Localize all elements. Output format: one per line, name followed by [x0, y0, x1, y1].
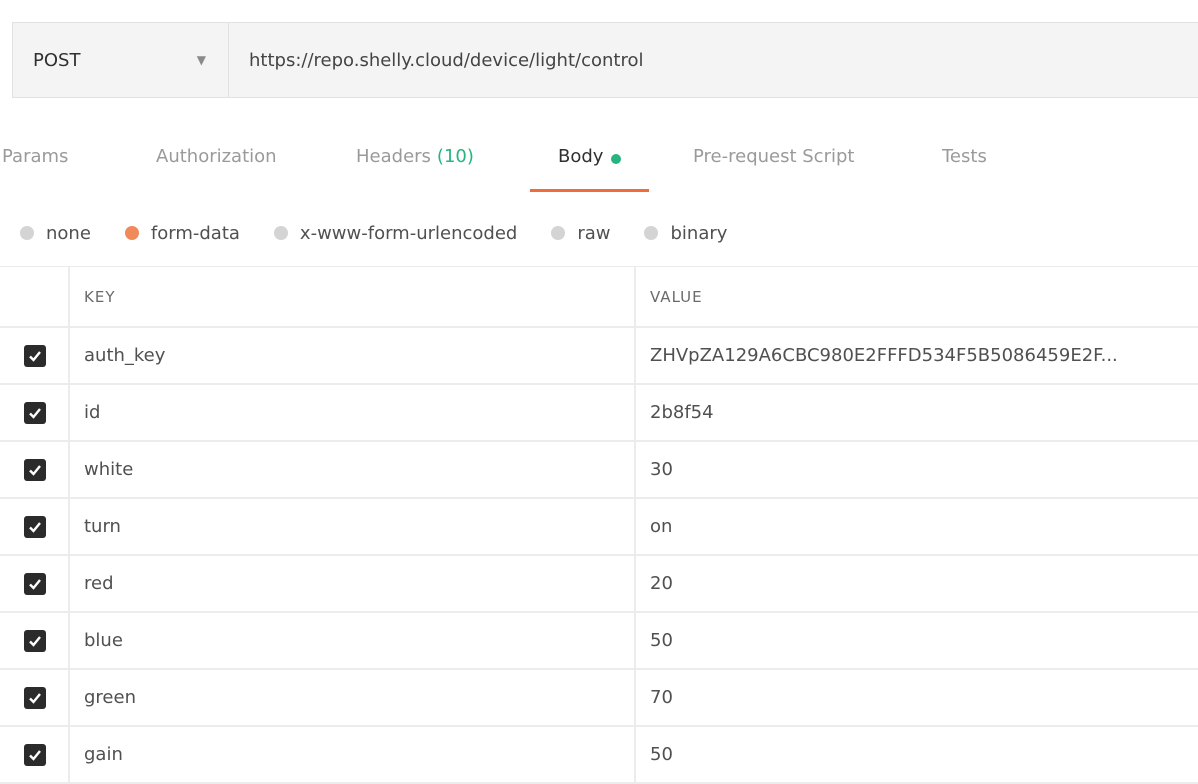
chevron-down-icon: ▼ [196, 53, 206, 67]
status-dot-icon [611, 154, 622, 164]
radio-form-data[interactable]: form-data [124, 222, 240, 244]
value-input[interactable]: on [636, 499, 1198, 554]
radio-binary[interactable]: binary [644, 223, 727, 244]
row-check-cell [0, 556, 70, 611]
radio-circle-icon [644, 226, 659, 240]
tab-body-label: Body [558, 146, 604, 167]
checkmark-icon [29, 464, 41, 476]
table-row: id 2b8f54 [0, 385, 1198, 442]
headers-count-badge: (10) [436, 146, 474, 167]
key-input[interactable]: gain [70, 727, 636, 782]
key-input[interactable]: blue [70, 613, 636, 668]
header-check-cell [0, 267, 70, 326]
body-type-radio-group: none form-data x-www-form-urlencoded raw… [20, 216, 761, 250]
tab-authorization-label: Authorization [156, 146, 277, 167]
radio-circle-icon [20, 226, 34, 240]
radio-selected-icon [124, 226, 139, 240]
tab-headers[interactable]: Headers (10) [356, 138, 474, 192]
tab-pre-request-script[interactable]: Pre-request Script [693, 138, 854, 192]
key-input[interactable]: turn [70, 499, 636, 554]
row-checkbox[interactable] [24, 458, 46, 481]
table-row: white 30 [0, 442, 1198, 499]
row-checkbox[interactable] [24, 686, 46, 709]
checkmark-icon [29, 350, 41, 362]
url-text: https://repo.shelly.cloud/device/light/c… [249, 49, 644, 71]
radio-form-data-label: form-data [150, 222, 240, 244]
row-checkbox[interactable] [24, 401, 46, 424]
value-input[interactable]: 70 [636, 670, 1198, 725]
tab-headers-label: Headers [356, 146, 431, 167]
radio-none-label: none [46, 222, 91, 244]
tab-tests-label: Tests [942, 146, 987, 167]
row-checkbox[interactable] [24, 344, 46, 367]
key-input[interactable]: auth_key [70, 328, 636, 383]
row-checkbox[interactable] [24, 515, 46, 538]
tab-params-label: Params [2, 146, 69, 167]
table-row: turn on [0, 499, 1198, 556]
radio-x-www-form-urlencoded[interactable]: x-www-form-urlencoded [273, 222, 518, 244]
row-check-cell [0, 328, 70, 383]
radio-circle-icon [273, 226, 288, 240]
value-input[interactable]: 30 [636, 442, 1198, 497]
value-input[interactable]: ZHVpZA129A6CBC980E2FFFD534F5B5086459E2F.… [636, 328, 1198, 383]
key-input[interactable]: white [70, 442, 636, 497]
value-input[interactable]: 50 [636, 613, 1198, 668]
column-header-key: KEY [70, 267, 636, 326]
row-checkbox[interactable] [24, 629, 46, 652]
checkmark-icon [29, 692, 41, 704]
radio-none[interactable]: none [20, 223, 91, 244]
request-tabs: Params Authorization Headers (10) Body P… [0, 138, 1198, 192]
radio-urlencoded-label: x-www-form-urlencoded [299, 222, 518, 244]
row-checkbox[interactable] [24, 743, 46, 766]
row-check-cell [0, 499, 70, 554]
row-check-cell [0, 670, 70, 725]
table-row: blue 50 [0, 613, 1198, 670]
tab-authorization[interactable]: Authorization [156, 138, 277, 192]
row-check-cell [0, 385, 70, 440]
key-input[interactable]: red [70, 556, 636, 611]
row-checkbox[interactable] [24, 572, 46, 595]
key-input[interactable]: green [70, 670, 636, 725]
column-header-value: VALUE [650, 287, 703, 306]
radio-raw-label: raw [577, 222, 611, 244]
tab-body[interactable]: Body [530, 138, 650, 192]
checkmark-icon [29, 521, 41, 533]
request-bar: POST ▼ https://repo.shelly.cloud/device/… [12, 22, 1198, 98]
table-row: gain 50 [0, 727, 1198, 784]
radio-binary-label: binary [670, 222, 728, 244]
checkmark-icon [29, 578, 41, 590]
table-row: green 70 [0, 670, 1198, 727]
value-input[interactable]: 2b8f54 [636, 385, 1198, 440]
checkmark-icon [29, 635, 41, 647]
table-row: red 20 [0, 556, 1198, 613]
radio-raw[interactable]: raw [551, 223, 610, 244]
table-row: auth_key ZHVpZA129A6CBC980E2FFFD534F5B50… [0, 328, 1198, 385]
radio-circle-icon [551, 226, 566, 240]
tab-params[interactable]: Params [2, 138, 68, 192]
value-input[interactable]: 50 [636, 727, 1198, 782]
value-input[interactable]: 20 [636, 556, 1198, 611]
row-check-cell [0, 442, 70, 497]
method-label: POST [33, 49, 81, 71]
key-input[interactable]: id [70, 385, 636, 440]
row-check-cell [0, 727, 70, 782]
tab-pre-request-script-label: Pre-request Script [693, 146, 855, 167]
checkmark-icon [29, 407, 41, 419]
method-select[interactable]: POST ▼ [13, 23, 229, 97]
table-header: KEY VALUE [0, 266, 1198, 328]
checkmark-icon [29, 749, 41, 761]
form-data-table: KEY VALUE auth_key ZHVpZA129A6CBC980E2FF… [0, 266, 1198, 784]
row-check-cell [0, 613, 70, 668]
tab-tests[interactable]: Tests [942, 138, 987, 192]
url-input[interactable]: https://repo.shelly.cloud/device/light/c… [229, 23, 1198, 97]
